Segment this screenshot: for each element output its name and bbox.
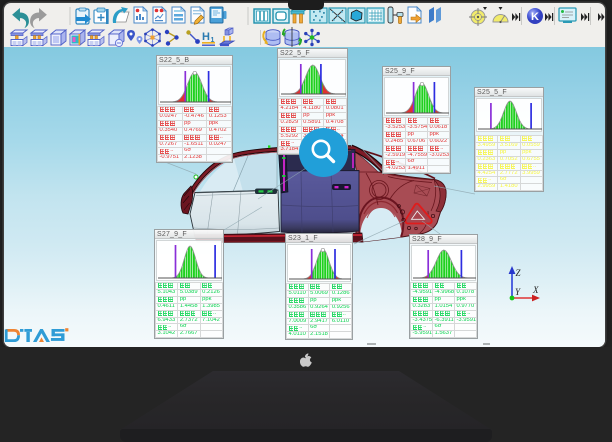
svg-text:Y: Y <box>515 287 521 297</box>
svg-text:Z: Z <box>516 268 522 278</box>
svg-text:X: X <box>532 285 539 295</box>
